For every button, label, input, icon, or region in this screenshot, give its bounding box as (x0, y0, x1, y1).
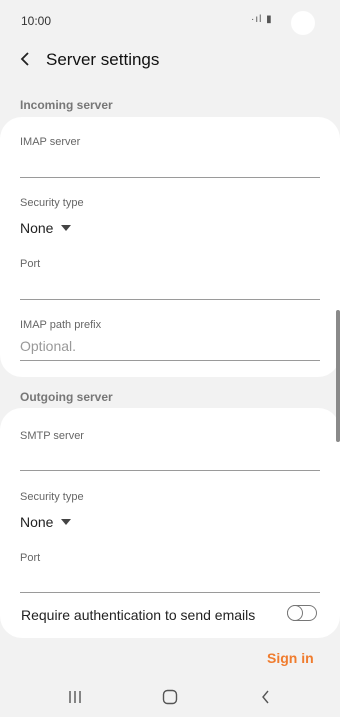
outgoing-security-label: Security type (20, 491, 84, 503)
home-button[interactable] (158, 685, 182, 709)
sign-in-button[interactable]: Sign in (267, 650, 314, 666)
imap-server-input[interactable] (20, 154, 320, 176)
smtp-server-field: SMTP server (20, 430, 320, 472)
back-button[interactable] (14, 48, 36, 70)
field-underline (20, 299, 320, 300)
recents-icon (69, 691, 81, 703)
imap-server-field: IMAP server (20, 136, 320, 178)
require-auth-row[interactable]: Require authentication to send emails (21, 604, 321, 626)
camera-cutout (291, 11, 315, 35)
nav-back-icon (262, 690, 269, 704)
recents-button[interactable] (63, 685, 87, 709)
status-time: 10:00 (21, 14, 52, 28)
navigation-bar (0, 677, 340, 717)
home-icon (162, 689, 178, 705)
toggle-knob (287, 604, 303, 621)
incoming-security-dropdown[interactable]: None (20, 218, 72, 238)
field-underline (20, 177, 320, 178)
outgoing-server-header: Outgoing server (20, 390, 113, 404)
imap-path-prefix-label: IMAP path prefix (20, 319, 102, 331)
outgoing-port-label: Port (20, 552, 41, 564)
incoming-security-value: None (20, 220, 54, 236)
smtp-server-input[interactable] (20, 448, 320, 470)
field-underline (20, 470, 320, 471)
incoming-port-label: Port (20, 258, 41, 270)
signal-battery-icon: ·ıl ▮ (251, 14, 273, 25)
imap-path-prefix-field: IMAP path prefix (20, 319, 320, 361)
require-auth-label: Require authentication to send emails (21, 607, 256, 623)
imap-path-prefix-input[interactable] (20, 335, 320, 357)
page-title: Server settings (46, 50, 160, 69)
smtp-server-label: SMTP server (20, 430, 84, 442)
incoming-server-header: Incoming server (20, 98, 113, 112)
incoming-port-field: Port (20, 258, 320, 300)
require-auth-toggle[interactable] (287, 604, 317, 621)
outgoing-security-value: None (20, 514, 54, 530)
incoming-security-label: Security type (20, 197, 84, 209)
field-underline (20, 592, 320, 593)
outgoing-port-field: Port (20, 552, 320, 594)
incoming-port-input[interactable] (20, 276, 320, 298)
scroll-indicator[interactable] (336, 310, 340, 442)
outgoing-security-field: Security type None (20, 491, 320, 533)
chevron-left-icon (20, 52, 29, 66)
outgoing-server-card: SMTP server Security type None Port Requ… (0, 408, 340, 638)
nav-back-button[interactable] (254, 685, 278, 709)
app-bar: Server settings (0, 42, 340, 78)
caret-down-icon (61, 519, 72, 525)
incoming-security-field: Security type None (20, 197, 320, 239)
outgoing-security-dropdown[interactable]: None (20, 512, 72, 532)
incoming-server-card: IMAP server Security type None Port IMAP… (0, 117, 340, 377)
outgoing-port-input[interactable] (20, 570, 320, 592)
caret-down-icon (61, 225, 72, 231)
status-bar: 10:00 ·ıl ▮ (0, 0, 340, 44)
imap-server-label: IMAP server (20, 136, 81, 148)
field-underline (20, 360, 320, 361)
